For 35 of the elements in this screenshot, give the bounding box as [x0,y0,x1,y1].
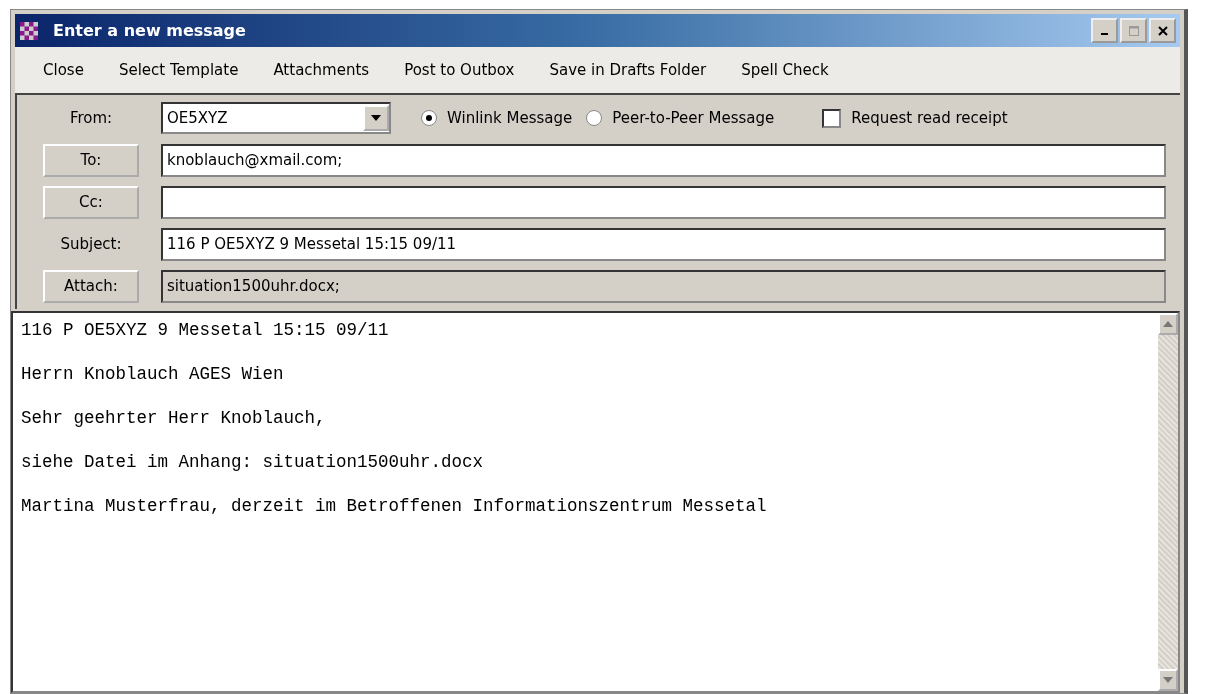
menu-item[interactable]: Post to Outbox [386,61,532,79]
field-label: Subject: [59,235,123,253]
window-title: Enter a new message [53,21,246,40]
close-button[interactable] [1149,18,1176,43]
cc-button[interactable]: Cc: [43,185,139,219]
subject-field[interactable]: 116 P OE5XYZ 9 Messetal 15:15 09/11 [161,227,1166,261]
vertical-scrollbar[interactable] [1158,313,1178,691]
body-line: siehe Datei im Anhang: situation1500uhr.docx [21,451,485,473]
close-icon [1157,25,1168,36]
checkered-app-icon [19,21,39,40]
menu-item[interactable]: Save in Drafts Folder [531,61,724,79]
to-button[interactable]: To: [43,143,139,177]
from-dropdown[interactable]: OE5XYZ [161,102,391,134]
attach-button[interactable]: Attach: [43,269,139,303]
menu-item[interactable]: Close [27,61,101,79]
scroll-down-icon[interactable] [1158,669,1178,691]
body-line: 116 P OE5XYZ 9 Messetal 15:15 09/11 [21,319,390,341]
caret-icon [371,115,381,121]
scroll-up-icon[interactable] [1158,313,1178,335]
radio-option[interactable]: Peer-to-Peer Message [586,109,775,127]
to-field[interactable]: knoblauch@xmail.com; [161,143,1166,177]
menu-item[interactable]: Select Template [100,61,256,79]
field-label: From: [68,109,114,127]
minimize-button[interactable] [1091,18,1118,43]
cc-field[interactable] [161,185,1166,219]
radio-option[interactable]: Winlink Message [421,109,573,127]
body-line: Sehr geehrter Herr Knoblauch, [21,407,327,429]
body-line: Martina Musterfrau, derzeit im Betroffenen Informationszentrum Messetal [21,495,768,517]
menu-item[interactable]: Spell Check [723,61,846,79]
maximize-icon [1128,25,1139,36]
body-line: Herrn Knoblauch AGES Wien [21,363,285,385]
menu-item[interactable]: Attachments [255,61,387,79]
minimize-icon [1101,33,1108,35]
checkbox-option[interactable]: Request read receipt [822,108,1008,128]
attachment-field[interactable]: situation1500uhr.docx; [161,269,1166,303]
